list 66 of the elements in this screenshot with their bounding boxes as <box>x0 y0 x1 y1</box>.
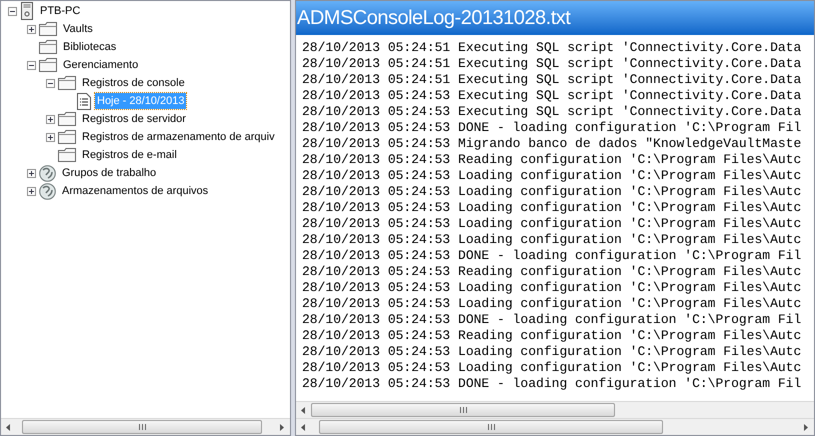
expand-icon[interactable] <box>27 24 36 34</box>
grip-icon <box>138 424 146 430</box>
tree-item[interactable]: Registros de armazenamento de arquiv <box>80 129 277 145</box>
log-line: 28/10/2013 05:24:53 Reading configuration 'C:\Program Files\Autc <box>302 152 802 168</box>
log-line: 28/10/2013 05:24:53 Migrando banco de dados "KnowledgeVaultMaste <box>302 136 802 152</box>
scrollbar-thumb[interactable] <box>319 420 663 434</box>
log-line: 28/10/2013 05:24:53 Loading configuration 'C:\Program Files\Autc <box>302 216 802 232</box>
scroll-right-icon[interactable] <box>804 424 809 431</box>
log-line: 28/10/2013 05:24:53 Loading configuration 'C:\Program Files\Autc <box>302 296 802 312</box>
log-line: 28/10/2013 05:24:51 Executing SQL script 'Connectivity.Core.Data <box>302 56 802 72</box>
scroll-left-icon[interactable] <box>300 424 305 431</box>
folder-icon <box>58 112 76 126</box>
grip-icon <box>460 407 466 413</box>
log-line: 28/10/2013 05:24:51 Executing SQL script 'Connectivity.Core.Data <box>302 40 802 56</box>
log-line: 28/10/2013 05:24:53 Loading configuration 'C:\Program Files\Autc <box>302 360 802 376</box>
expand-icon[interactable] <box>46 132 55 142</box>
log-line: 28/10/2013 05:24:53 Loading configuration 'C:\Program Files\Autc <box>302 184 802 200</box>
log-line: 28/10/2013 05:24:51 Executing SQL script 'Connectivity.Core.Data <box>302 72 802 88</box>
log-line: 28/10/2013 05:24:53 DONE - loading configuration 'C:\Program Fil <box>302 312 802 328</box>
scrollbar-thumb[interactable] <box>22 420 262 434</box>
expand-icon[interactable] <box>27 186 36 196</box>
scroll-left-icon[interactable] <box>5 424 10 431</box>
collapse-icon[interactable] <box>46 78 55 88</box>
horizontal-scrollbar[interactable] <box>296 401 814 418</box>
tree-item[interactable]: Vaults <box>61 21 95 37</box>
log-line: 28/10/2013 05:24:53 Loading configuration 'C:\Program Files\Autc <box>302 168 802 184</box>
tree-item[interactable]: Registros de console <box>80 75 187 91</box>
folder-icon <box>58 76 76 90</box>
computer-tower-icon <box>20 2 34 20</box>
collapse-icon[interactable] <box>8 6 17 16</box>
tree-item[interactable]: Registros de servidor <box>80 111 188 127</box>
tree-item[interactable]: Grupos de trabalho <box>60 165 158 181</box>
log-title: ADMSConsoleLog-20131028.txt <box>297 6 570 31</box>
folder-icon <box>39 58 57 72</box>
scrollbar-thumb[interactable] <box>311 403 615 417</box>
log-line: 28/10/2013 05:24:53 Loading configuration 'C:\Program Files\Autc <box>302 200 802 216</box>
horizontal-scrollbar[interactable] <box>1 418 290 435</box>
log-line: 28/10/2013 05:24:53 Reading configuration 'C:\Program Files\Autc <box>302 328 802 344</box>
folder-icon <box>39 40 57 54</box>
horizontal-scrollbar[interactable] <box>296 418 814 435</box>
log-line: 28/10/2013 05:24:53 DONE - loading configuration 'C:\Program Fil <box>302 120 802 136</box>
folder-icon <box>58 130 76 144</box>
tree-item[interactable]: Gerenciamento <box>61 57 140 73</box>
folder-icon <box>58 148 76 162</box>
tree-item[interactable]: Armazenamentos de arquivos <box>60 183 210 199</box>
log-line: 28/10/2013 05:24:53 Executing SQL script 'Connectivity.Core.Data <box>302 104 802 120</box>
tree-item[interactable]: PTB-PC <box>38 3 82 19</box>
expand-icon[interactable] <box>46 114 55 124</box>
tree-item[interactable]: Bibliotecas <box>61 39 118 55</box>
scroll-right-icon[interactable] <box>280 424 285 431</box>
log-line: 28/10/2013 05:24:53 Reading configuration 'C:\Program Files\Autc <box>302 264 802 280</box>
log-line: 28/10/2013 05:24:53 DONE - loading configuration 'C:\Program Fil <box>302 248 802 264</box>
log-line: 28/10/2013 05:24:53 DONE - loading configuration 'C:\Program Fil <box>302 376 802 392</box>
grip-icon <box>488 424 494 430</box>
globe-icon <box>39 164 56 182</box>
log-line: 28/10/2013 05:24:53 Executing SQL script 'Connectivity.Core.Data <box>302 88 802 104</box>
expand-icon[interactable] <box>27 168 36 178</box>
scroll-left-icon[interactable] <box>300 407 305 414</box>
log-line: 28/10/2013 05:24:53 Loading configuration 'C:\Program Files\Autc <box>302 280 802 296</box>
document-list-icon <box>77 92 91 110</box>
log-line: 28/10/2013 05:24:53 Loading configuration 'C:\Program Files\Autc <box>302 344 802 360</box>
folder-icon <box>39 22 57 36</box>
log-line: 28/10/2013 05:24:53 Loading configuration 'C:\Program Files\Autc <box>302 232 802 248</box>
globe-icon <box>39 182 56 200</box>
tree-item[interactable]: Registros de e-mail <box>80 147 179 163</box>
collapse-icon[interactable] <box>27 60 36 70</box>
